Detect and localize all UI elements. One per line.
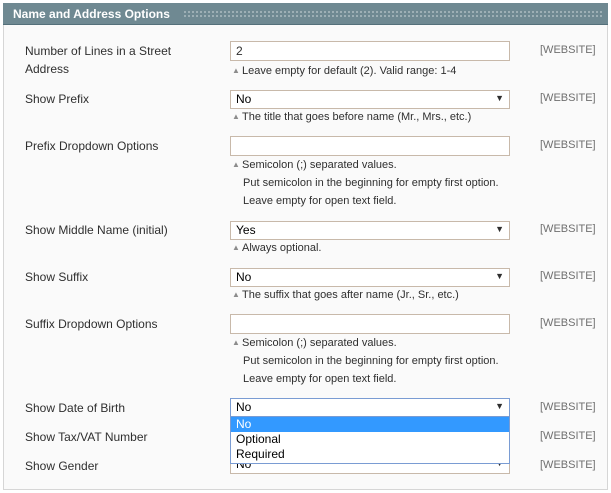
show-middle-name-select[interactable]: Yes ▼	[230, 221, 510, 240]
show-dob-label: Show Date of Birth	[25, 401, 126, 415]
suffix-options-note-line3: Leave empty for open text field.	[243, 373, 397, 385]
section-header[interactable]: Name and Address Options	[3, 3, 608, 25]
show-gender-label: Show Gender	[25, 459, 99, 473]
street-lines-note: ▲ Leave empty for default (2). Valid rang…	[232, 62, 456, 80]
prefix-options-label: Prefix Dropdown Options	[25, 139, 159, 153]
chevron-down-icon: ▼	[495, 271, 504, 281]
show-suffix-value: No	[236, 270, 252, 284]
street-lines-label-line1: Number of Lines in a Street	[25, 44, 172, 58]
show-taxvat-label: Show Tax/VAT Number	[25, 430, 148, 444]
dropdown-option-required[interactable]: Required	[231, 447, 509, 462]
show-middle-name-note: ▲ Always optional.	[232, 239, 322, 257]
street-lines-label-line2: Address	[25, 62, 70, 76]
section-title: Name and Address Options	[13, 7, 170, 21]
show-prefix-value: No	[236, 92, 252, 106]
show-middle-name-scope: [WEBSITE]	[540, 223, 596, 235]
prefix-options-note-line1: Semicolon (;) separated values.	[242, 159, 397, 171]
show-middle-name-note-text: Always optional.	[242, 242, 322, 254]
show-middle-name-label: Show Middle Name (initial)	[25, 223, 168, 237]
street-lines-label: Number of Lines in a Street Address	[25, 42, 171, 78]
note-triangle-icon: ▲	[232, 66, 240, 75]
show-dob-value: No	[236, 400, 252, 414]
street-lines-note-text: Leave empty for default (2). Valid range…	[242, 65, 457, 77]
chevron-down-icon: ▼	[495, 93, 504, 103]
show-prefix-note: ▲ The title that goes before name (Mr., M…	[232, 108, 471, 126]
prefix-options-note-line2: Put semicolon in the beginning for empty…	[243, 177, 499, 189]
show-taxvat-scope: [WEBSITE]	[540, 430, 596, 442]
street-lines-input[interactable]	[230, 41, 510, 61]
street-lines-scope: [WEBSITE]	[540, 44, 596, 56]
note-triangle-icon: ▲	[232, 243, 240, 252]
show-gender-scope: [WEBSITE]	[540, 459, 596, 471]
show-prefix-label: Show Prefix	[25, 92, 90, 106]
show-suffix-label: Show Suffix	[25, 270, 89, 284]
dropdown-option-no[interactable]: No	[231, 417, 509, 432]
note-triangle-icon: ▲	[232, 160, 240, 169]
suffix-options-note-line1: Semicolon (;) separated values.	[242, 337, 397, 349]
show-prefix-scope: [WEBSITE]	[540, 92, 596, 104]
suffix-options-note: ▲ Semicolon (;) separated values. Put sem…	[232, 334, 499, 388]
prefix-options-note-line3: Leave empty for open text field.	[243, 195, 397, 207]
chevron-down-icon: ▼	[495, 401, 504, 411]
prefix-options-scope: [WEBSITE]	[540, 139, 596, 151]
show-dob-select[interactable]: No ▼	[230, 398, 510, 417]
dropdown-option-optional[interactable]: Optional	[231, 432, 509, 447]
show-dob-dropdown-list[interactable]: No Optional Required	[230, 416, 510, 464]
note-triangle-icon: ▲	[232, 112, 240, 121]
show-suffix-scope: [WEBSITE]	[540, 270, 596, 282]
show-prefix-select[interactable]: No ▼	[230, 90, 510, 109]
chevron-down-icon: ▼	[495, 224, 504, 234]
prefix-options-note: ▲ Semicolon (;) separated values. Put sem…	[232, 156, 499, 210]
note-triangle-icon: ▲	[232, 338, 240, 347]
suffix-options-input[interactable]	[230, 314, 510, 334]
show-suffix-note-text: The suffix that goes after name (Jr., Sr…	[242, 289, 459, 301]
show-suffix-note: ▲ The suffix that goes after name (Jr., S…	[232, 286, 459, 304]
suffix-options-note-line2: Put semicolon in the beginning for empty…	[243, 355, 499, 367]
note-triangle-icon: ▲	[232, 290, 240, 299]
show-dob-scope: [WEBSITE]	[540, 401, 596, 413]
prefix-options-input[interactable]	[230, 136, 510, 156]
suffix-options-scope: [WEBSITE]	[540, 317, 596, 329]
show-prefix-note-text: The title that goes before name (Mr., Mr…	[242, 111, 472, 123]
suffix-options-label: Suffix Dropdown Options	[25, 317, 158, 331]
show-middle-name-value: Yes	[236, 223, 256, 237]
show-suffix-select[interactable]: No ▼	[230, 268, 510, 287]
